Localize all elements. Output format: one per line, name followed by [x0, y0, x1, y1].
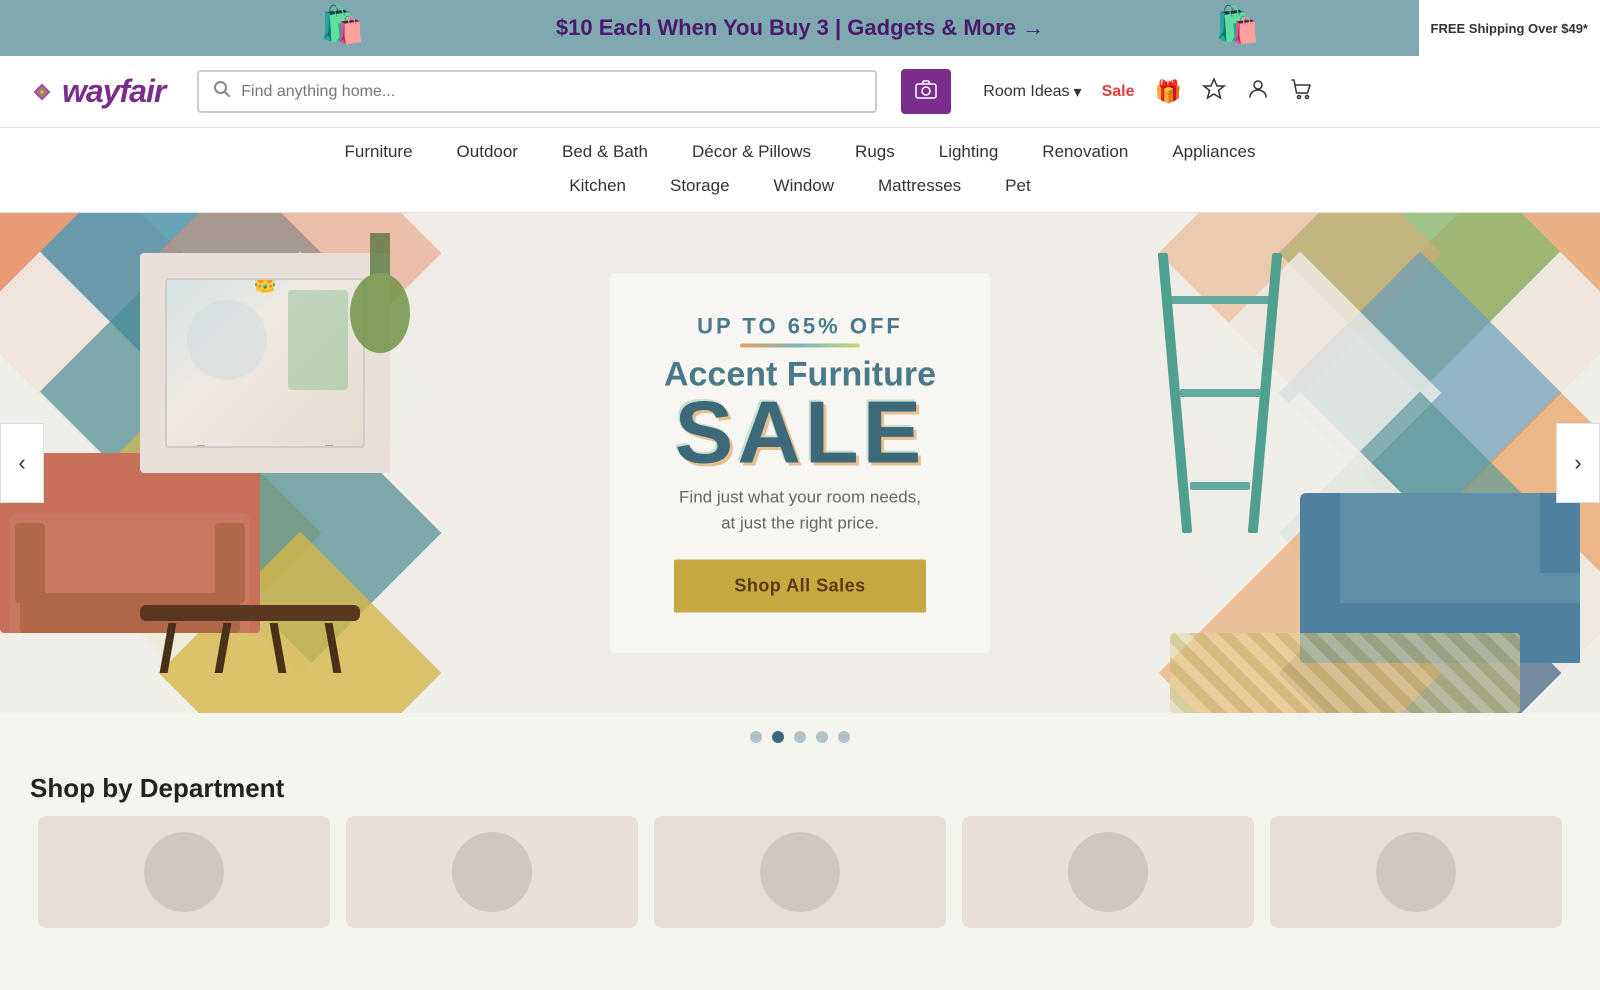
hero-center-content: UP TO 65% OFF Accent Furniture SALE Find… [610, 274, 990, 653]
top-banner[interactable]: 🛍️ $10 Each When You Buy 3 | Gadgets & M… [0, 0, 1600, 56]
nav-pet[interactable]: Pet [983, 172, 1053, 200]
nav-decor-pillows[interactable]: Décor & Pillows [670, 138, 833, 166]
nav-row-2: Kitchen Storage Window Mattresses Pet [20, 172, 1580, 212]
header-nav: Room Ideas ▾ Sale 🎁 [983, 77, 1314, 107]
hero-subtext: Find just what your room needs,at just t… [640, 485, 960, 536]
search-icon [213, 80, 231, 103]
logo[interactable]: wayfair [30, 73, 165, 110]
sale-link[interactable]: Sale [1102, 83, 1135, 101]
hero-sale-text: SALE [640, 389, 960, 477]
carousel-dot-3[interactable] [794, 731, 806, 743]
hero-carousel: 👑 [0, 213, 1600, 713]
nav-kitchen[interactable]: Kitchen [547, 172, 648, 200]
carousel-dot-2[interactable] [772, 731, 784, 743]
carousel-dot-1[interactable] [750, 731, 762, 743]
registry-icon[interactable] [1202, 77, 1226, 107]
camera-search-button[interactable] [901, 69, 951, 114]
logo-text: wayfair [62, 73, 165, 110]
carousel-prev-button[interactable]: ‹ [0, 423, 44, 503]
gift-icon[interactable]: 🎁 [1155, 79, 1182, 105]
carousel-dot-5[interactable] [838, 731, 850, 743]
nav-bar: Furniture Outdoor Bed & Bath Décor & Pil… [0, 128, 1600, 213]
nav-appliances[interactable]: Appliances [1150, 138, 1277, 166]
search-input[interactable] [241, 83, 861, 101]
account-icon[interactable] [1246, 77, 1270, 107]
dept-item-4[interactable] [962, 816, 1254, 928]
bag-icon-right: 🛍️ [1215, 4, 1260, 46]
nav-window[interactable]: Window [752, 172, 856, 200]
nav-storage[interactable]: Storage [648, 172, 752, 200]
department-row [0, 816, 1600, 928]
hero-discount-text: UP TO 65% OFF [640, 314, 960, 348]
cart-icon[interactable] [1290, 77, 1314, 107]
dept-item-2[interactable] [346, 816, 638, 928]
search-bar[interactable] [197, 70, 877, 113]
header: wayfair Room Ideas ▾ Sale 🎁 [0, 56, 1600, 128]
dept-item-1[interactable] [38, 816, 330, 928]
nav-furniture[interactable]: Furniture [323, 138, 435, 166]
bag-icon-left: 🛍️ [320, 4, 365, 46]
carousel-next-button[interactable]: › [1556, 423, 1600, 503]
nav-outdoor[interactable]: Outdoor [435, 138, 540, 166]
free-shipping-badge: FREE Shipping Over $49* [1419, 0, 1600, 56]
nav-mattresses[interactable]: Mattresses [856, 172, 983, 200]
shop-all-sales-button[interactable]: Shop All Sales [674, 560, 925, 613]
nav-rugs[interactable]: Rugs [833, 138, 917, 166]
nav-row-1: Furniture Outdoor Bed & Bath Décor & Pil… [20, 128, 1580, 172]
nav-lighting[interactable]: Lighting [917, 138, 1021, 166]
carousel-dots [0, 713, 1600, 755]
nav-renovation[interactable]: Renovation [1020, 138, 1150, 166]
dept-item-5[interactable] [1270, 816, 1562, 928]
shop-by-dept-title: Shop by Department [0, 755, 1600, 816]
banner-text[interactable]: $10 Each When You Buy 3 | Gadgets & More… [556, 15, 1044, 41]
dept-item-3[interactable] [654, 816, 946, 928]
carousel-dot-4[interactable] [816, 731, 828, 743]
room-ideas-button[interactable]: Room Ideas ▾ [983, 82, 1081, 102]
nav-bed-bath[interactable]: Bed & Bath [540, 138, 670, 166]
